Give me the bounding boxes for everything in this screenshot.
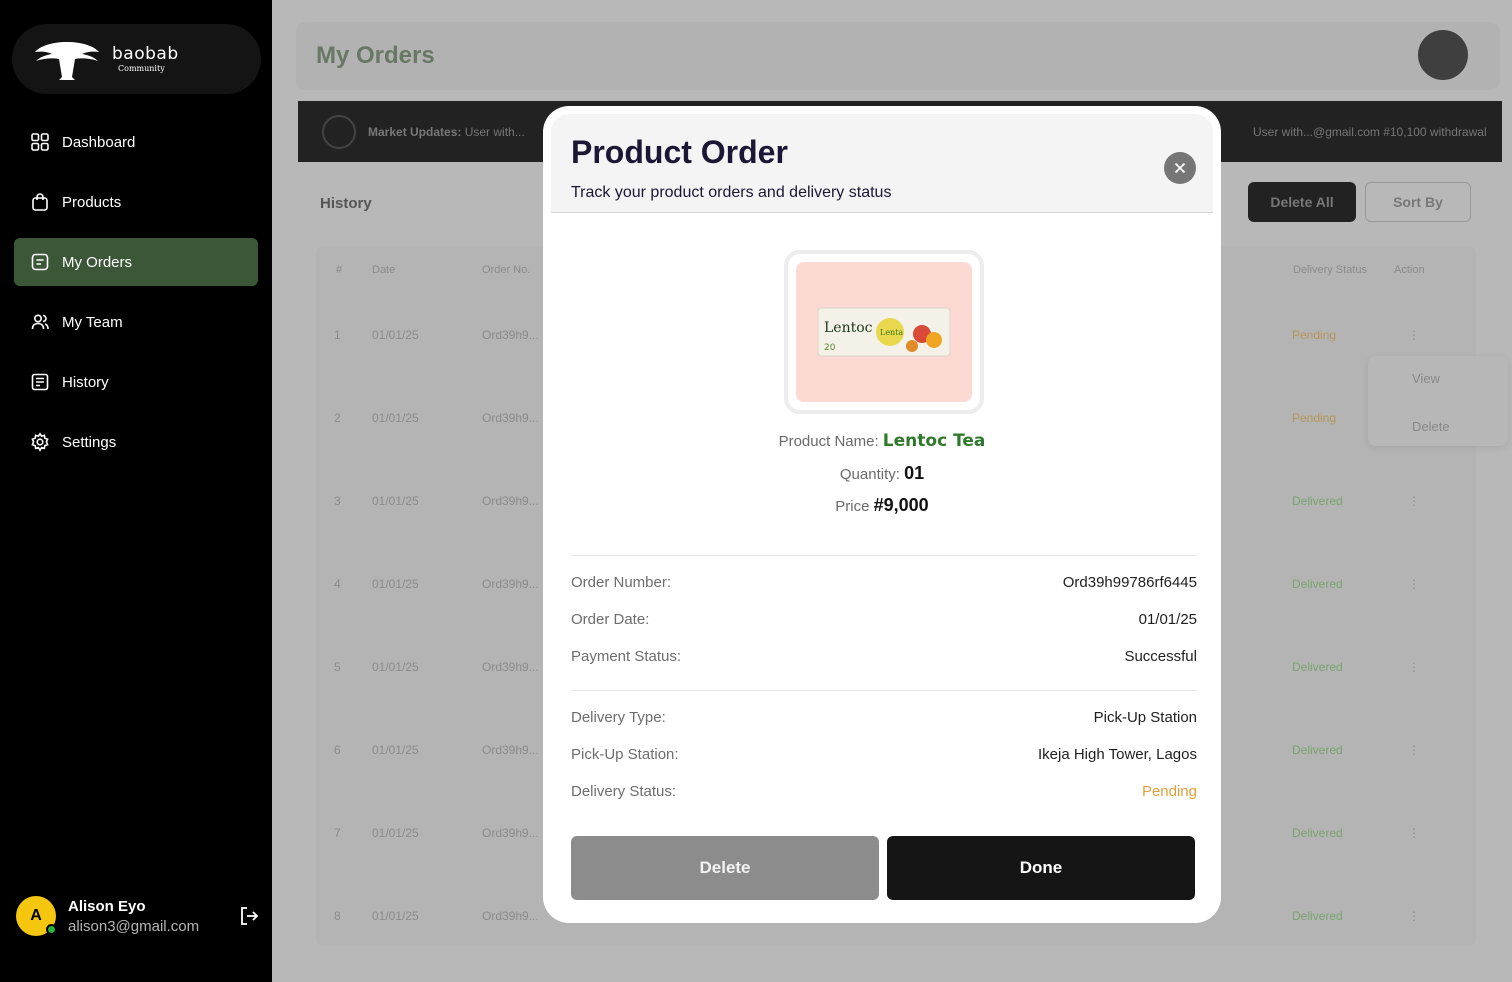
shopping-bag-icon <box>32 193 48 211</box>
close-button[interactable] <box>1164 152 1196 184</box>
product-order-modal: Product Order Track your product orders … <box>543 106 1221 923</box>
column-header: Date <box>372 264 396 276</box>
page-title: My Orders <box>316 42 435 69</box>
svg-text:20: 20 <box>824 343 836 353</box>
column-header: Action <box>1394 264 1425 276</box>
price-value: #9,000 <box>873 495 929 515</box>
product-image-frame: Lentoc 20 Lenta <box>784 250 984 414</box>
delivery-status-row: Delivery Status: Pending <box>571 783 1197 800</box>
product-image: Lentoc 20 Lenta <box>796 262 972 402</box>
modal-title: Product Order <box>571 134 788 170</box>
price-line: Price #9,000 <box>543 495 1221 516</box>
history-icon <box>31 373 49 391</box>
gear-icon <box>31 432 49 452</box>
sidebar-item-label: My Orders <box>62 253 133 271</box>
product-name: Lentoc Tea <box>882 431 986 451</box>
order-number-row: Order Number: Ord39h99786rf6445 <box>571 574 1197 591</box>
payment-status-value: Successful <box>1124 648 1197 665</box>
menu-item-view[interactable]: View <box>1412 371 1440 386</box>
tea-box-image: Lentoc 20 Lenta <box>817 307 951 357</box>
user-email: alison3@gmail.com <box>68 917 200 935</box>
payment-status-row: Payment Status: Successful <box>571 648 1197 665</box>
quantity-label: Quantity: <box>839 466 900 483</box>
user-name: Alison Eyo <box>68 897 146 915</box>
ticker-text: Market Updates: User with... <box>368 125 525 139</box>
svg-text:Lentoc: Lentoc <box>824 320 873 336</box>
modal-header: Product Order Track your product orders … <box>551 114 1213 213</box>
sidebar: baobab Community Dashboard Products My O… <box>0 0 272 982</box>
modal-subtitle: Track your product orders and delivery s… <box>571 184 892 201</box>
sidebar-item-my-orders[interactable]: My Orders <box>14 238 258 286</box>
detail-key: Delivery Type: <box>571 709 666 726</box>
megaphone-icon <box>322 115 356 149</box>
sidebar-item-label: My Team <box>62 313 123 331</box>
sidebar-item-label: Settings <box>62 433 117 451</box>
avatar-initial: A <box>30 907 42 924</box>
order-date-row: Order Date: 01/01/25 <box>571 611 1197 628</box>
detail-key: Pick-Up Station: <box>571 746 679 763</box>
logout-icon[interactable] <box>238 905 260 927</box>
row-action-menu: View Delete <box>1368 356 1508 446</box>
product-name-label: Product Name: <box>778 433 879 450</box>
detail-key: Delivery Status: <box>571 783 677 800</box>
sidebar-item-settings[interactable]: Settings <box>14 418 258 466</box>
order-date-value: 01/01/25 <box>1138 611 1197 628</box>
delivery-type-row: Delivery Type: Pick-Up Station <box>571 709 1197 726</box>
pickup-station-row: Pick-Up Station: Ikeja High Tower, Lagos <box>571 746 1197 763</box>
order-number-value: Ord39h99786rf6445 <box>1062 574 1197 591</box>
sort-by-button[interactable]: Sort By <box>1365 182 1471 222</box>
brand-name: baobab <box>112 43 179 64</box>
product-name-line: Product Name: Lentoc Tea <box>543 431 1221 451</box>
avatar[interactable]: A <box>16 896 57 936</box>
user-profile: A Alison Eyo alison3@gmail.com <box>16 895 260 937</box>
done-button[interactable]: Done <box>887 836 1195 900</box>
pickup-station-value: Ikeja High Tower, Lagos <box>1038 746 1197 763</box>
column-header: # <box>336 264 343 276</box>
delete-button[interactable]: Delete <box>571 836 879 900</box>
column-header: Delivery Status <box>1293 264 1367 276</box>
quantity-line: Quantity: 01 <box>543 463 1221 484</box>
close-icon <box>1174 162 1186 174</box>
svg-text:Lenta: Lenta <box>880 328 903 337</box>
sidebar-item-label: Dashboard <box>62 133 136 151</box>
delivery-type-value: Pick-Up Station <box>1093 709 1197 726</box>
menu-item-delete[interactable]: Delete <box>1412 419 1450 434</box>
sidebar-item-label: History <box>62 373 109 391</box>
divider <box>571 555 1197 556</box>
sidebar-item-history[interactable]: History <box>14 358 258 406</box>
detail-key: Order Number: <box>571 574 672 591</box>
detail-key: Order Date: <box>571 611 650 628</box>
brand-tagline: Community <box>118 63 165 73</box>
brand-logo[interactable]: baobab Community <box>12 24 261 94</box>
ticker-text-right: User with...@gmail.com #10,100 withdrawa… <box>1253 125 1487 139</box>
quantity-value: 01 <box>904 463 925 483</box>
baobab-tree-icon <box>35 42 99 80</box>
team-icon <box>31 314 49 330</box>
column-header: Order No. <box>482 264 531 276</box>
sidebar-item-label: Products <box>62 193 122 211</box>
section-title: History <box>320 195 372 212</box>
sidebar-item-dashboard[interactable]: Dashboard <box>14 118 258 166</box>
sidebar-item-my-team[interactable]: My Team <box>14 298 258 346</box>
orders-icon <box>31 253 49 271</box>
dashboard-icon <box>31 133 49 151</box>
price-label: Price <box>835 498 870 515</box>
online-status-dot <box>46 924 57 935</box>
sidebar-nav: Dashboard Products My Orders My Team His… <box>14 118 258 478</box>
divider <box>571 690 1197 691</box>
sidebar-item-products[interactable]: Products <box>14 178 258 226</box>
notification-bell-icon[interactable] <box>1418 30 1468 80</box>
detail-key: Payment Status: <box>571 648 682 665</box>
delivery-status-value: Pending <box>1141 783 1197 800</box>
delete-all-button[interactable]: Delete All <box>1248 182 1356 222</box>
page-header <box>296 22 1500 90</box>
